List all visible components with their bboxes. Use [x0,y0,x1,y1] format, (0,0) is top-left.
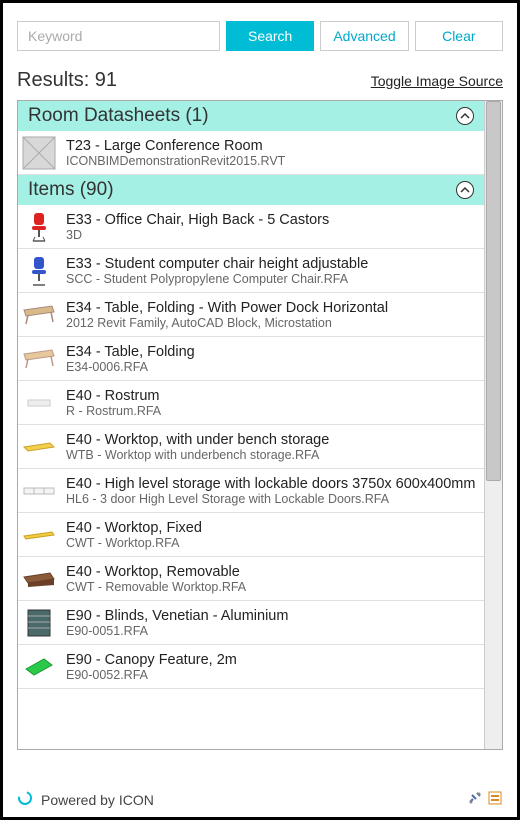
worktop-icon [22,518,56,552]
list-item[interactable]: T23 - Large Conference Room ICONBIMDemon… [18,131,484,175]
search-bar: Search Advanced Clear [17,21,503,51]
table-icon [22,298,56,332]
item-title: E90 - Blinds, Venetian - Aluminium [66,608,478,624]
keyword-input[interactable] [17,21,220,51]
list-item[interactable]: E90 - Canopy Feature, 2m E90-0052.RFA [18,645,484,689]
item-title: E40 - Worktop, with under bench storage [66,432,478,448]
item-subtitle: E34-0006.RFA [66,360,478,374]
results-list: Room Datasheets (1) T23 - Large Conferen… [18,101,484,749]
powered-by-label: Powered by ICON [41,792,154,808]
item-subtitle: E90-0051.RFA [66,624,478,638]
item-title: T23 - Large Conference Room [66,138,478,154]
item-title: E90 - Canopy Feature, 2m [66,652,478,668]
canopy-icon [22,650,56,684]
results-count: Results: 91 [17,69,117,92]
item-title: E40 - Worktop, Removable [66,564,478,580]
report-icon[interactable] [487,790,503,809]
settings-icon[interactable] [467,790,483,809]
item-subtitle: WTB - Worktop with underbench storage.RF… [66,448,478,462]
group-header-room-datasheets[interactable]: Room Datasheets (1) [18,101,484,131]
list-item[interactable]: E40 - Rostrum R - Rostrum.RFA [18,381,484,425]
list-item[interactable]: E33 - Student computer chair height adju… [18,249,484,293]
blinds-icon [22,606,56,640]
item-subtitle: SCC - Student Polypropylene Computer Cha… [66,272,478,286]
chair-icon [22,210,56,244]
footer: Powered by ICON [17,790,503,809]
collapse-icon[interactable] [456,181,474,199]
group-header-label: Items (90) [28,179,114,201]
list-item[interactable]: E34 - Table, Folding - With Power Dock H… [18,293,484,337]
item-subtitle: R - Rostrum.RFA [66,404,478,418]
item-title: E33 - Office Chair, High Back - 5 Castor… [66,212,478,228]
results-panel: Room Datasheets (1) T23 - Large Conferen… [17,100,503,750]
icon-logo-icon [17,790,33,809]
item-title: E40 - High level storage with lockable d… [66,476,478,492]
storage-icon [22,474,56,508]
item-subtitle: E90-0052.RFA [66,668,478,682]
item-title: E34 - Table, Folding [66,344,478,360]
results-header: Results: 91 Toggle Image Source [17,69,503,92]
item-subtitle: ICONBIMDemonstrationRevit2015.RVT [66,154,478,168]
list-item[interactable]: E33 - Office Chair, High Back - 5 Castor… [18,205,484,249]
item-title: E33 - Student computer chair height adju… [66,256,478,272]
clear-button[interactable]: Clear [415,21,503,51]
item-subtitle: 2012 Revit Family, AutoCAD Block, Micros… [66,316,478,330]
advanced-button[interactable]: Advanced [320,21,408,51]
list-item[interactable]: E34 - Table, Folding E34-0006.RFA [18,337,484,381]
worktop-icon [22,562,56,596]
item-title: E34 - Table, Folding - With Power Dock H… [66,300,478,316]
search-button[interactable]: Search [226,21,314,51]
scroll-thumb[interactable] [486,101,501,481]
rostrum-icon [22,386,56,420]
scrollbar[interactable] [484,101,502,749]
item-title: E40 - Worktop, Fixed [66,520,478,536]
chair-icon [22,254,56,288]
list-item[interactable]: E90 - Blinds, Venetian - Aluminium E90-0… [18,601,484,645]
item-subtitle: CWT - Removable Worktop.RFA [66,580,478,594]
list-item[interactable]: E40 - Worktop, Removable CWT - Removable… [18,557,484,601]
item-subtitle: 3D [66,228,478,242]
group-header-label: Room Datasheets (1) [28,105,209,127]
toggle-image-source-link[interactable]: Toggle Image Source [371,73,503,89]
worktop-icon [22,430,56,464]
table-icon [22,342,56,376]
list-item[interactable]: E40 - Worktop, with under bench storage … [18,425,484,469]
list-item[interactable]: E40 - Worktop, Fixed CWT - Worktop.RFA [18,513,484,557]
item-title: E40 - Rostrum [66,388,478,404]
placeholder-icon [22,136,56,170]
list-item[interactable]: E40 - High level storage with lockable d… [18,469,484,513]
item-subtitle: HL6 - 3 door High Level Storage with Loc… [66,492,478,506]
group-header-items[interactable]: Items (90) [18,175,484,205]
collapse-icon[interactable] [456,107,474,125]
item-subtitle: CWT - Worktop.RFA [66,536,478,550]
